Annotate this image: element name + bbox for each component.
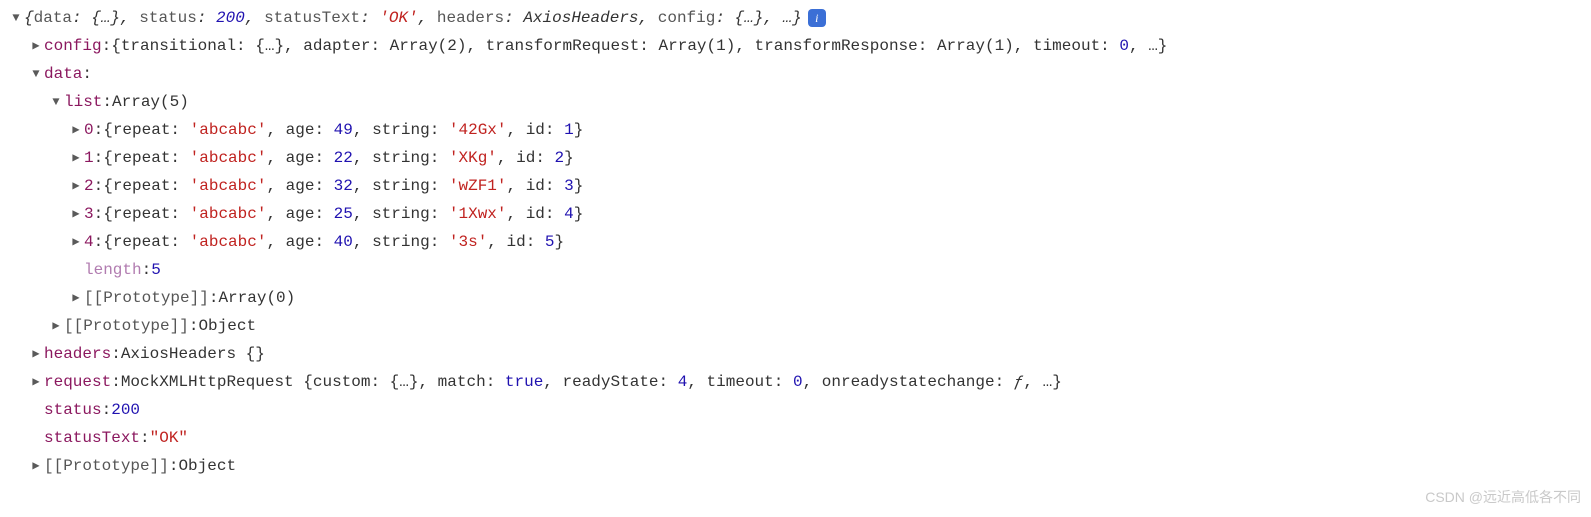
- chevron-right-icon[interactable]: ▶: [68, 200, 84, 228]
- watermark: CSDN @远近高低各不同: [1425, 483, 1581, 511]
- prop-prototype-object[interactable]: ▶ [[Prototype]]: Object: [8, 312, 1583, 340]
- array-item[interactable]: ▶1: {repeat: 'abcabc', age: 22, string: …: [8, 144, 1583, 172]
- chevron-right-icon[interactable]: ▶: [28, 368, 44, 396]
- prop-prototype-root[interactable]: ▶ [[Prototype]]: Object: [8, 452, 1583, 480]
- prop-key: config: [44, 32, 102, 60]
- prop-key: headers: [44, 340, 111, 368]
- chevron-right-icon[interactable]: ▶: [68, 284, 84, 312]
- prop-status[interactable]: ▶ status: 200: [8, 396, 1583, 424]
- array-item[interactable]: ▶2: {repeat: 'abcabc', age: 32, string: …: [8, 172, 1583, 200]
- array-item[interactable]: ▶4: {repeat: 'abcabc', age: 40, string: …: [8, 228, 1583, 256]
- prop-value: "OK": [150, 424, 188, 452]
- prop-data[interactable]: ▼ data:: [8, 60, 1583, 88]
- prop-key: [[Prototype]]: [64, 312, 189, 340]
- chevron-right-icon[interactable]: ▶: [68, 172, 84, 200]
- prop-key: data: [44, 60, 82, 88]
- prop-value: Object: [178, 452, 236, 480]
- prop-key: [[Prototype]]: [84, 284, 209, 312]
- prop-config[interactable]: ▶ config: {transitional: {…}, adapter: A…: [8, 32, 1583, 60]
- array-item-preview: {repeat: 'abcabc', age: 22, string: 'XKg…: [103, 144, 574, 172]
- array-item[interactable]: ▶3: {repeat: 'abcabc', age: 25, string: …: [8, 200, 1583, 228]
- prop-key: list: [64, 88, 102, 116]
- prop-value: AxiosHeaders {}: [121, 340, 265, 368]
- prop-value: Array(5): [112, 88, 189, 116]
- prop-key: [[Prototype]]: [44, 452, 169, 480]
- chevron-down-icon[interactable]: ▼: [8, 4, 24, 32]
- array-item-preview: {repeat: 'abcabc', age: 32, string: 'wZF…: [103, 172, 583, 200]
- array-index: 4: [84, 228, 94, 256]
- array-item-preview: {repeat: 'abcabc', age: 25, string: '1Xw…: [103, 200, 583, 228]
- prop-length[interactable]: ▶ length: 5: [8, 256, 1583, 284]
- info-icon[interactable]: i: [808, 9, 826, 27]
- array-index: 3: [84, 200, 94, 228]
- object-summary-row[interactable]: ▼ {data: {…}, status: 200, statusText: '…: [8, 4, 1583, 32]
- array-item[interactable]: ▶0: {repeat: 'abcabc', age: 49, string: …: [8, 116, 1583, 144]
- chevron-right-icon[interactable]: ▶: [28, 340, 44, 368]
- prop-list[interactable]: ▼ list: Array(5): [8, 88, 1583, 116]
- array-index: 0: [84, 116, 94, 144]
- object-summary: {data: {…}, status: 200, statusText: 'OK…: [24, 4, 802, 32]
- prop-value: Object: [198, 312, 256, 340]
- chevron-right-icon[interactable]: ▶: [48, 312, 64, 340]
- array-index: 1: [84, 144, 94, 172]
- prop-value: {transitional: {…}, adapter: Array(2), t…: [111, 32, 1167, 60]
- prop-prototype-array[interactable]: ▶ [[Prototype]]: Array(0): [8, 284, 1583, 312]
- prop-key: status: [44, 396, 102, 424]
- prop-value: Array(0): [218, 284, 295, 312]
- prop-value: MockXMLHttpRequest {custom: {…}, match: …: [121, 368, 1062, 396]
- prop-request[interactable]: ▶ request: MockXMLHttpRequest {custom: {…: [8, 368, 1583, 396]
- prop-value: 200: [111, 396, 140, 424]
- prop-key: statusText: [44, 424, 140, 452]
- chevron-down-icon[interactable]: ▼: [48, 88, 64, 116]
- prop-statustext[interactable]: ▶ statusText: "OK": [8, 424, 1583, 452]
- prop-key: request: [44, 368, 111, 396]
- prop-headers[interactable]: ▶ headers: AxiosHeaders {}: [8, 340, 1583, 368]
- prop-key: length: [84, 256, 142, 284]
- array-index: 2: [84, 172, 94, 200]
- chevron-right-icon[interactable]: ▶: [68, 116, 84, 144]
- chevron-right-icon[interactable]: ▶: [28, 32, 44, 60]
- chevron-right-icon[interactable]: ▶: [28, 452, 44, 480]
- array-item-preview: {repeat: 'abcabc', age: 49, string: '42G…: [103, 116, 583, 144]
- chevron-right-icon[interactable]: ▶: [68, 228, 84, 256]
- prop-value: 5: [151, 256, 161, 284]
- chevron-down-icon[interactable]: ▼: [28, 60, 44, 88]
- chevron-right-icon[interactable]: ▶: [68, 144, 84, 172]
- array-item-preview: {repeat: 'abcabc', age: 40, string: '3s'…: [103, 228, 564, 256]
